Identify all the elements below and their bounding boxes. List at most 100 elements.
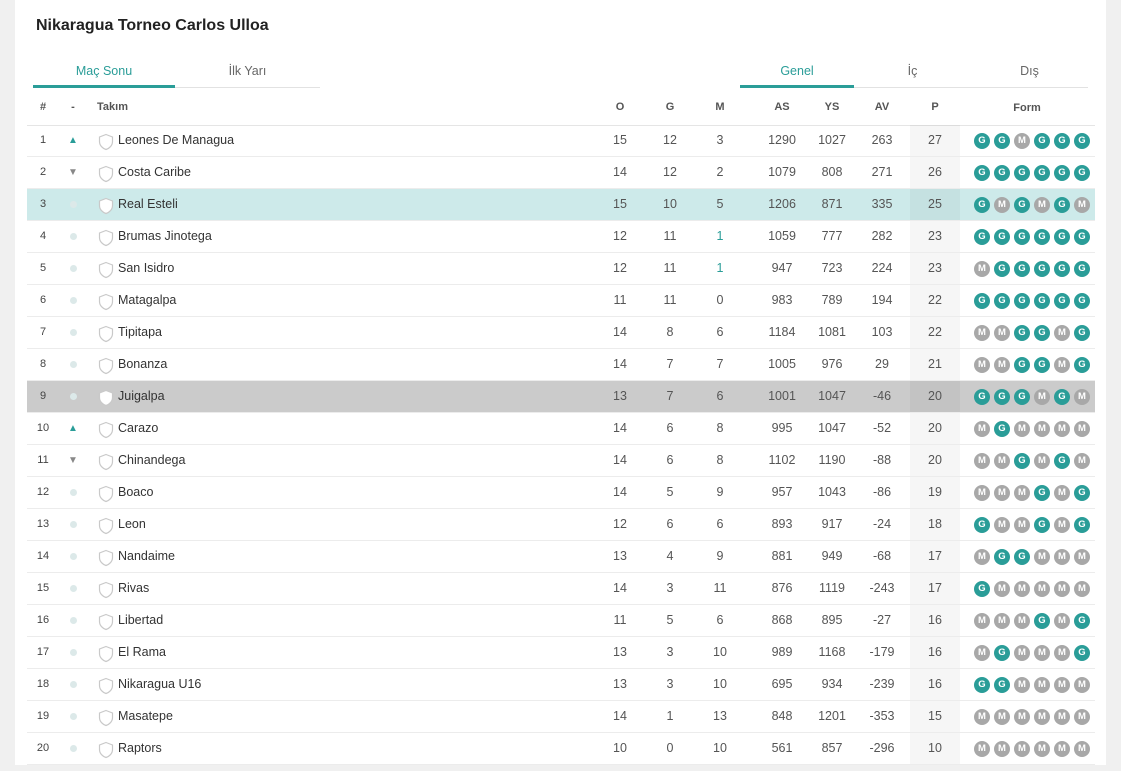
stat-as: 957 bbox=[771, 485, 793, 499]
team-name[interactable]: El Rama bbox=[118, 637, 418, 668]
team-logo-shield-icon bbox=[97, 580, 115, 599]
form: GGGMGM bbox=[960, 381, 1095, 412]
stat-p: 17 bbox=[910, 541, 960, 572]
table-row[interactable]: 20 Raptors 10 0 10 561 857 -296 10 M M M M M M bbox=[27, 733, 1095, 765]
stat-p: 27 bbox=[910, 125, 960, 156]
stat-av: -24 bbox=[872, 517, 892, 531]
form-badge: G bbox=[994, 548, 1010, 565]
col-av[interactable]: AV bbox=[862, 96, 902, 125]
stat-av: 194 bbox=[871, 293, 893, 307]
no-change-dot-icon bbox=[69, 584, 77, 592]
form-badge: M bbox=[994, 452, 1010, 469]
form: GMMGMG bbox=[960, 509, 1095, 540]
rank: 9 bbox=[39, 390, 47, 402]
table-row[interactable]: 12 Boaco 14 5 9 957 1043 -86 19 M M M G M G bbox=[27, 477, 1095, 509]
tab-ilk-yari[interactable]: İlk Yarı bbox=[175, 54, 320, 88]
stat-m: 1 bbox=[716, 261, 724, 275]
stat-g: 11 bbox=[663, 261, 677, 275]
team-name[interactable]: Real Esteli bbox=[118, 189, 418, 220]
table-row[interactable]: 4 Brumas Jinotega 12 11 1 1059 777 282 23 G G G G G G bbox=[27, 221, 1095, 253]
form-badge: G bbox=[974, 388, 990, 405]
col-ys[interactable]: YS bbox=[812, 96, 852, 125]
form-badge: G bbox=[974, 676, 990, 693]
tab-ic[interactable]: İç bbox=[854, 54, 971, 88]
team-name[interactable]: Boaco bbox=[118, 477, 418, 508]
col-move[interactable]: - bbox=[63, 96, 83, 125]
team-name[interactable]: Tipitapa bbox=[118, 317, 418, 348]
form-badge: M bbox=[1014, 420, 1030, 437]
team-name[interactable]: Leones De Managua bbox=[118, 125, 418, 156]
form: MMGGMG bbox=[960, 349, 1095, 380]
table-row[interactable]: 15 Rivas 14 3 11 876 1119 -243 17 G M M M M M bbox=[27, 573, 1095, 605]
table-row[interactable]: 10 ▲ Carazo 14 6 8 995 1047 -52 20 M G M M M M bbox=[27, 413, 1095, 445]
col-g[interactable]: G bbox=[657, 96, 683, 125]
team-name[interactable]: San Isidro bbox=[118, 253, 418, 284]
table-row[interactable]: 2 ▼ Costa Caribe 14 12 2 1079 808 271 26 G G G G G G bbox=[27, 157, 1095, 189]
team-name[interactable]: Carazo bbox=[118, 413, 418, 444]
team-name[interactable]: Matagalpa bbox=[118, 285, 418, 316]
table-row[interactable]: 7 Tipitapa 14 8 6 1184 1081 103 22 M M G G M G bbox=[27, 317, 1095, 349]
col-o[interactable]: O bbox=[607, 96, 633, 125]
table-row[interactable]: 19 Masatepe 14 1 13 848 1201 -353 15 M M M M M M bbox=[27, 701, 1095, 733]
col-as[interactable]: AS bbox=[762, 96, 802, 125]
stat-ys: 934 bbox=[821, 677, 843, 691]
table-row[interactable]: 3 Real Esteli 15 10 5 1206 871 335 25 G M G M G M bbox=[27, 189, 1095, 221]
tab-mac-sonu[interactable]: Maç Sonu bbox=[33, 54, 175, 88]
stat-m: 11 bbox=[713, 581, 727, 595]
table-row[interactable]: 11 ▼ Chinandega 14 6 8 1102 1190 -88 20 M M G M G M bbox=[27, 445, 1095, 477]
stat-p: 20 bbox=[910, 413, 960, 444]
no-change-dot-icon bbox=[69, 328, 77, 336]
team-name[interactable]: Nikaragua U16 bbox=[118, 669, 418, 700]
rank: 13 bbox=[36, 518, 50, 530]
team-name[interactable]: Masatepe bbox=[118, 701, 418, 732]
col-rank[interactable]: # bbox=[27, 96, 59, 125]
col-p[interactable]: P bbox=[910, 96, 960, 125]
stat-o: 13 bbox=[613, 677, 627, 691]
stat-av: -296 bbox=[869, 741, 895, 755]
team-name[interactable]: Juigalpa bbox=[118, 381, 418, 412]
form-badge: M bbox=[1074, 548, 1090, 565]
col-team[interactable]: Takım bbox=[97, 96, 157, 125]
table-row[interactable]: 17 El Rama 13 3 10 989 1168 -179 16 M G M M M G bbox=[27, 637, 1095, 669]
stat-as: 868 bbox=[771, 613, 793, 627]
table-row[interactable]: 6 Matagalpa 11 11 0 983 789 194 22 G G G G G G bbox=[27, 285, 1095, 317]
table-row[interactable]: 5 San Isidro 12 11 1 947 723 224 23 M G G G G G bbox=[27, 253, 1095, 285]
stat-as: 876 bbox=[771, 581, 793, 595]
team-name[interactable]: Costa Caribe bbox=[118, 157, 418, 188]
table-row[interactable]: 18 Nikaragua U16 13 3 10 695 934 -239 16 G G M M M M bbox=[27, 669, 1095, 701]
table-row[interactable]: 9 Juigalpa 13 7 6 1001 1047 -46 20 G G G M G M bbox=[27, 381, 1095, 413]
team-logo-shield-icon bbox=[97, 612, 115, 631]
team-name[interactable]: Chinandega bbox=[118, 445, 418, 476]
team-name[interactable]: Leon bbox=[118, 509, 418, 540]
table-row[interactable]: 1 ▲ Leones De Managua 15 12 3 1290 1027 263 27 G G M… bbox=[27, 125, 1095, 157]
form-badge: M bbox=[994, 740, 1010, 757]
form-badge: G bbox=[1074, 484, 1090, 501]
stat-av: 263 bbox=[871, 133, 893, 147]
stat-m: 8 bbox=[716, 421, 724, 435]
col-m[interactable]: M bbox=[707, 96, 733, 125]
form-badge: M bbox=[1014, 740, 1030, 757]
tab-genel[interactable]: Genel bbox=[740, 54, 854, 88]
rank: 7 bbox=[39, 326, 47, 338]
stat-m: 6 bbox=[716, 613, 724, 627]
team-name[interactable]: Rivas bbox=[118, 573, 418, 604]
team-name[interactable]: Raptors bbox=[118, 733, 418, 764]
team-name[interactable]: Nandaime bbox=[118, 541, 418, 572]
team-name[interactable]: Brumas Jinotega bbox=[118, 221, 418, 252]
form-badge: M bbox=[994, 612, 1010, 629]
arrow-up-icon: ▲ bbox=[68, 423, 78, 434]
table-row[interactable]: 14 Nandaime 13 4 9 881 949 -68 17 M G G M M M bbox=[27, 541, 1095, 573]
table-row[interactable]: 13 Leon 12 6 6 893 917 -24 18 G M M G M G bbox=[27, 509, 1095, 541]
form-badge: M bbox=[1074, 580, 1090, 597]
stat-as: 1001 bbox=[768, 389, 796, 403]
stat-ys: 808 bbox=[821, 165, 843, 179]
table-row[interactable]: 8 Bonanza 14 7 7 1005 976 29 21 M M G G M G bbox=[27, 349, 1095, 381]
table-row[interactable]: 16 Libertad 11 5 6 868 895 -27 16 M M M G M G bbox=[27, 605, 1095, 637]
tab-dis[interactable]: Dış bbox=[971, 54, 1088, 88]
table-header: # - Takım O G M AS YS AV P Form bbox=[27, 96, 1095, 126]
form: GGGGGG bbox=[960, 157, 1095, 188]
form-badge: G bbox=[1014, 548, 1030, 565]
team-name[interactable]: Bonanza bbox=[118, 349, 418, 380]
form-badge: G bbox=[1074, 516, 1090, 533]
team-name[interactable]: Libertad bbox=[118, 605, 418, 636]
